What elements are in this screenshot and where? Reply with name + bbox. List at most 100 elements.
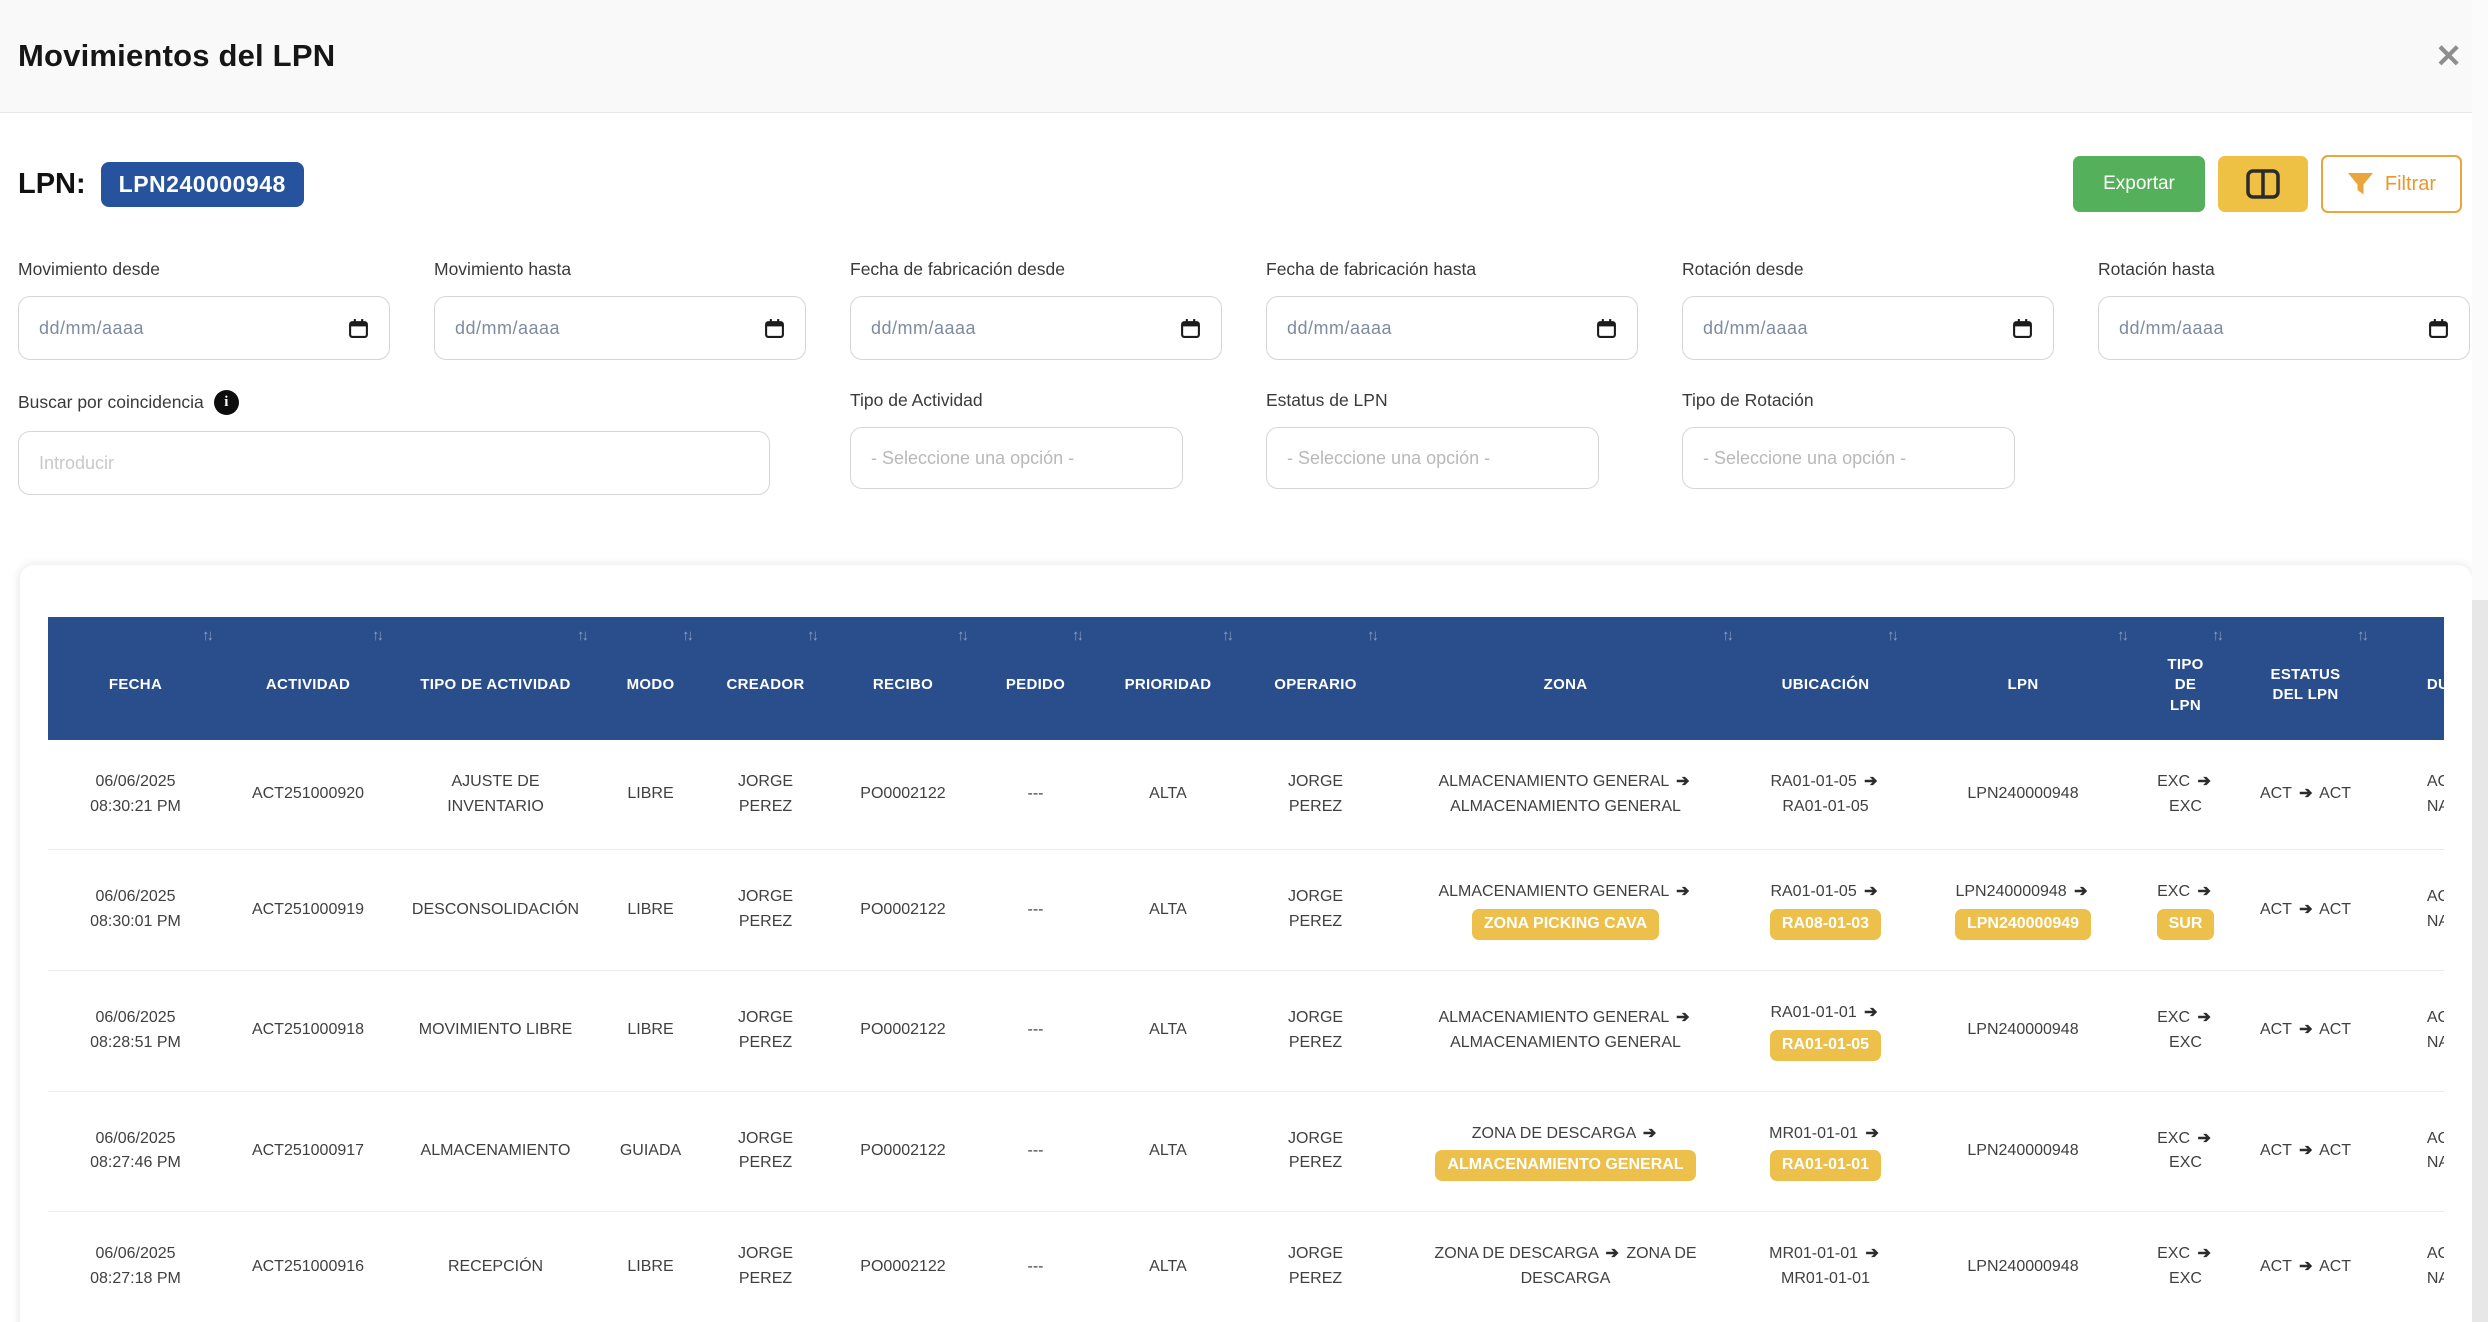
calendar-icon[interactable] [1596,318,1617,339]
close-icon[interactable]: ✕ [2435,40,2462,72]
column-header-pedido[interactable]: ↑↓PEDIDO [978,617,1093,740]
cell-recibo: PO0002122 [828,970,978,1091]
cell-line: JORGE [1253,1127,1378,1152]
calendar-icon[interactable] [2012,318,2033,339]
filter-label-rotacion-hasta: Rotación hasta [2098,259,2470,280]
cell-zona: ZONA DE DESCARGA ➔ ZONA DE DESCARGA [1388,1212,1743,1322]
cell-tipo-de-lpn: EXC ➔ EXC [2138,1212,2233,1322]
cell-tipo-de-lpn: EXC ➔ EXC [2138,1091,2233,1212]
arrow-right-icon: ➔ [2299,785,2312,802]
calendar-icon[interactable] [2428,318,2449,339]
column-header-recibo[interactable]: ↑↓ RECIBO [828,617,978,740]
fabricacion-desde-input[interactable]: dd/mm/aaaa [850,296,1222,360]
table-row: 06/06/202508:30:01 PMACT251000919DESCONS… [48,850,2444,971]
rotacion-hasta-input[interactable]: dd/mm/aaaa [2098,296,2470,360]
movimiento-desde-input[interactable]: dd/mm/aaaa [18,296,390,360]
filter-button[interactable]: Filtrar [2321,155,2462,213]
column-header-ubicacion[interactable]: ↑↓UBICACIÓN [1743,617,1908,740]
fabricacion-hasta-input[interactable]: dd/mm/aaaa [1266,296,1638,360]
sort-icon[interactable]: ↑↓ [1722,626,1731,646]
column-header-zona[interactable]: ↑↓ZONA [1388,617,1743,740]
columns-button[interactable] [2218,156,2308,212]
cell-line: NA [2388,1151,2444,1176]
filters-section: Movimiento desde dd/mm/aaaa Movimiento has… [18,259,2470,360]
table-header-row: ↑↓FECHA↑↓ACTIVIDAD↑↓TIPO DE ACTIVIDAD↑↓M… [48,617,2444,740]
sort-icon[interactable]: ↑↓ [372,626,381,646]
cell-pedido: --- [978,740,1093,850]
cell-prioridad: ALTA [1093,850,1243,971]
cell-pedido: --- [978,850,1093,971]
sort-icon[interactable]: ↑↓ [1367,626,1376,646]
arrow-right-icon: ➔ [2299,1258,2312,1275]
cell-du: ACNA [2378,1212,2444,1322]
estatus-lpn-select[interactable]: - Seleccione una opción - [1266,427,1599,489]
cell-line: JORGE [1253,1006,1378,1031]
cell-to-value: ACT [2319,1258,2351,1275]
column-header-fecha[interactable]: ↑↓FECHA [48,617,223,740]
scrollbar-track[interactable] [2472,0,2488,1322]
cell-tipo-de-lpn: EXC ➔ EXC [2138,970,2233,1091]
filter-label-fabricacion-hasta: Fecha de fabricación hasta [1266,259,1638,280]
tipo-rotacion-select[interactable]: - Seleccione una opción - [1682,427,2015,489]
sort-icon[interactable]: ↑↓ [1072,626,1081,646]
status-badge: SUR [2157,909,2215,940]
column-header-creador[interactable]: ↑↓CREADOR [703,617,828,740]
cell-line: JORGE [713,1242,818,1267]
scrollbar-thumb[interactable] [2472,600,2488,1322]
calendar-icon[interactable] [1180,318,1201,339]
cell-operario: JORGEPEREZ [1243,850,1388,971]
cell-line: PEREZ [713,795,818,820]
page-title: Movimientos del LPN [18,38,335,74]
rotacion-desde-input[interactable]: dd/mm/aaaa [1682,296,2054,360]
cell-zona: ALMACENAMIENTO GENERAL ➔ ALMACENAMIENTO … [1388,740,1743,850]
search-input[interactable]: Introducir [18,431,770,495]
arrow-right-icon: ➔ [2197,883,2210,900]
sort-icon[interactable]: ↑↓ [577,626,586,646]
arrow-right-icon: ➔ [1676,883,1689,900]
sort-icon[interactable]: ↑↓ [2357,626,2366,646]
column-label: PRIORIDAD [1125,676,1212,693]
calendar-icon[interactable] [348,318,369,339]
movimiento-hasta-input[interactable]: dd/mm/aaaa [434,296,806,360]
column-header-du[interactable]: ↑↓DU [2378,617,2444,740]
cell-pedido: --- [978,970,1093,1091]
calendar-icon[interactable] [764,318,785,339]
sort-icon[interactable]: ↑↓ [682,626,691,646]
column-header-tipo-de-actividad[interactable]: ↑↓TIPO DE ACTIVIDAD [393,617,598,740]
cell-to-value: EXC [2169,1034,2202,1051]
column-header-operario[interactable]: ↑↓OPERARIO [1243,617,1388,740]
arrow-right-icon: ➔ [1676,773,1689,790]
cell-line: NA [2388,795,2444,820]
tipo-actividad-select[interactable]: - Seleccione una opción - [850,427,1183,489]
cell-modo: LIBRE [598,740,703,850]
column-header-prioridad[interactable]: ↑↓ PRIORIDAD [1093,617,1243,740]
column-header-modo[interactable]: ↑↓MODO [598,617,703,740]
export-button[interactable]: Exportar [2073,156,2205,212]
sort-icon[interactable]: ↑↓ [2117,626,2126,646]
movements-table-card: ↑↓FECHA↑↓ACTIVIDAD↑↓TIPO DE ACTIVIDAD↑↓M… [20,565,2472,1322]
lpn-value-badge: LPN240000948 [101,162,304,207]
filter-label-rotacion-desde: Rotación desde [1682,259,2054,280]
date-placeholder: dd/mm/aaaa [39,318,144,339]
cell-recibo: PO0002122 [828,1212,978,1322]
sort-icon[interactable]: ↑↓ [1887,626,1896,646]
sort-icon[interactable]: ↑↓ [957,626,966,646]
column-header-actividad[interactable]: ↑↓ACTIVIDAD [223,617,393,740]
sort-icon[interactable]: ↑↓ [807,626,816,646]
info-icon[interactable]: i [214,390,239,415]
column-header-lpn[interactable]: ↑↓LPN [1908,617,2138,740]
column-header-estatus-del-lpn[interactable]: ↑↓ESTATUS DEL LPN [2233,617,2378,740]
cell-lpn: LPN240000948 [1908,970,2138,1091]
cell-lpn: LPN240000948 [1908,1091,2138,1212]
sort-icon[interactable]: ↑↓ [1222,626,1231,646]
filter-label-movimiento-hasta: Movimiento hasta [434,259,806,280]
filter-label-movimiento-desde: Movimiento desde [18,259,390,280]
cell-fecha: 06/06/202508:30:01 PM [48,850,223,971]
sort-icon[interactable]: ↑↓ [2212,626,2221,646]
table-row: 06/06/202508:28:51 PMACT251000918MOVIMIE… [48,970,2444,1091]
column-label: RECIBO [873,676,933,693]
cell-line: 06/06/2025 [58,1242,213,1267]
status-badge: ALMACENAMIENTO GENERAL [1435,1150,1695,1181]
column-header-tipo-de-lpn[interactable]: ↑↓TIPO DE LPN [2138,617,2233,740]
sort-icon[interactable]: ↑↓ [202,626,211,646]
